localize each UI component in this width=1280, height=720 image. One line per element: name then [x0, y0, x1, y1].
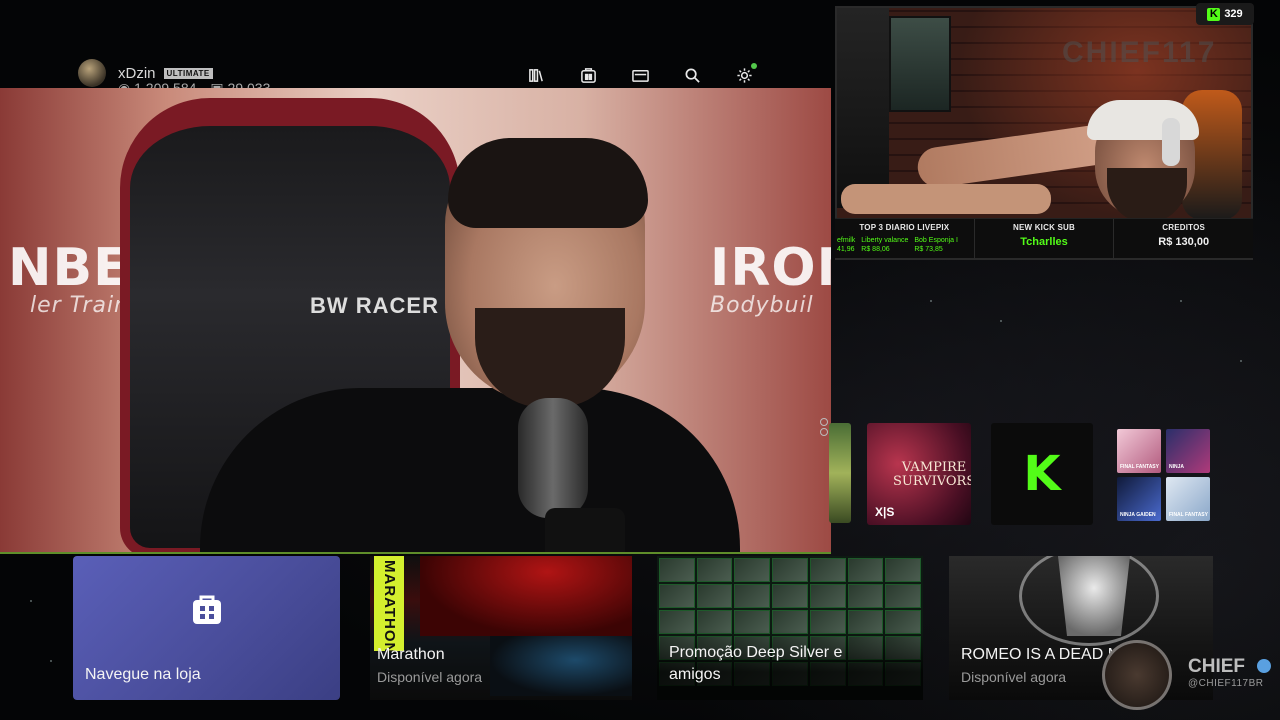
top3-value: R$ 73,85	[914, 246, 943, 253]
star	[30, 600, 32, 602]
star	[50, 660, 52, 662]
card-shade	[657, 630, 923, 700]
deep-title-line2: amigos	[669, 666, 721, 683]
library-icon[interactable]	[527, 66, 545, 84]
person-body	[200, 388, 740, 552]
stream-stats-bar: TOP 3 DIARIO LIVEPIX efmilk 41,96 Liberty…	[835, 218, 1253, 258]
star	[1180, 300, 1182, 302]
settings-icon[interactable]	[735, 63, 757, 84]
kick-viewer-badge: K 329	[1196, 3, 1254, 25]
streamer-legs	[841, 184, 1051, 214]
credits-panel: CREDITOS R$ 130,00	[1114, 219, 1253, 258]
star	[930, 300, 932, 302]
store-card[interactable]: Navegue na loja	[73, 556, 340, 700]
new-sub-title: NEW KICK SUB	[1013, 223, 1075, 232]
streamer-cap	[1087, 100, 1199, 140]
headset	[1162, 118, 1180, 166]
romeo-sub: Disponível agora	[961, 669, 1067, 685]
kick-logo-icon: K	[1023, 446, 1061, 502]
new-sub-panel: NEW KICK SUB Tcharlles	[975, 219, 1115, 258]
kick-icon: K	[1207, 7, 1221, 21]
store-card-title: Navegue na loja	[85, 666, 201, 683]
watermark-handle: @CHIEF117BR	[1188, 678, 1264, 689]
deep-silver-promo-card[interactable]: Promoção Deep Silver e amigos	[657, 556, 923, 700]
marathon-strip-text: MARATHON	[381, 560, 398, 655]
top3-list: efmilk 41,96 Liberty valance R$ 88,06 Bob …	[835, 236, 974, 254]
streamer-watermark: CHIEF @CHIEF117BR	[1102, 640, 1274, 720]
chair-brand: BW RACER	[310, 293, 439, 318]
app-tile-kick[interactable]: K	[991, 423, 1093, 525]
vampire-title: VAMPIRE SURVIVORS	[893, 460, 971, 489]
top3-entry: Liberty valance R$ 88,06	[861, 236, 908, 254]
game-tile-mini[interactable]: FINAL FANTASY	[1166, 477, 1210, 521]
marathon-card[interactable]: MARATHON Marathon Disponível agora	[370, 556, 632, 700]
room-sign: CHIEF117	[1062, 36, 1217, 69]
top3-name: Bob Esponja I	[914, 237, 958, 244]
verified-icon	[1257, 659, 1271, 673]
top3-name: efmilk	[837, 237, 856, 244]
mini-label: FINAL FANTASY	[1120, 464, 1159, 470]
top3-value: 41,96	[837, 246, 855, 253]
marathon-art-lower	[490, 636, 632, 696]
top3-value: R$ 88,06	[861, 246, 890, 253]
credits-value: R$ 130,00	[1158, 236, 1210, 248]
xbox-series-badge: X|S	[875, 505, 895, 519]
webcam-feed: NBERG ler Training Center IRON Bodybuil …	[0, 88, 831, 554]
shelf	[837, 8, 889, 208]
kick-count: 329	[1224, 8, 1243, 20]
new-sub-value: Tcharlles	[1020, 236, 1068, 248]
marathon-art	[420, 556, 632, 636]
deep-title-line1: Promoção Deep Silver e	[669, 644, 843, 661]
watermark-avatar	[1102, 640, 1172, 710]
star	[1000, 320, 1002, 322]
wall-sign-right: IRON	[710, 238, 831, 298]
search-icon[interactable]	[683, 66, 701, 84]
game-tile-partial[interactable]	[829, 423, 851, 523]
game-pass-icon[interactable]	[631, 66, 649, 84]
credits-title: CREDITOS	[1162, 223, 1206, 232]
game-tile-mini[interactable]: NINJA	[1166, 429, 1210, 473]
mini-label: NINJA GAIDEN	[1120, 512, 1156, 518]
avatar[interactable]	[78, 59, 106, 87]
star	[1240, 360, 1242, 362]
wall-sign-right-sub: Bodybuil	[710, 293, 814, 318]
marathon-title: Marathon	[377, 646, 445, 663]
store-icon[interactable]	[579, 66, 597, 84]
mini-label: NINJA	[1169, 464, 1185, 470]
gamertag: xDzin	[118, 64, 156, 82]
watermark-name: CHIEF	[1188, 656, 1245, 677]
game-tile-mini[interactable]: FINAL FANTASY	[1117, 429, 1161, 473]
top3-entry: efmilk 41,96	[837, 236, 855, 254]
game-tile-mini[interactable]: NINJA GAIDEN	[1117, 477, 1161, 521]
game-tile-vampire-survivors[interactable]: VAMPIRE SURVIVORS X|S	[867, 423, 971, 525]
store-bag-icon	[193, 595, 221, 624]
microphone	[518, 398, 588, 518]
marathon-sub: Disponível agora	[377, 669, 483, 685]
top3-name: Liberty valance	[861, 237, 909, 244]
top3-entry: Bob Esponja I R$ 73,85	[914, 236, 958, 254]
tier-badge: ULTIMATE	[163, 67, 213, 79]
microphone-arm	[545, 508, 625, 552]
top3-panel: TOP 3 DIARIO LIVEPIX efmilk 41,96 Liberty…	[835, 219, 975, 258]
top3-title: TOP 3 DIARIO LIVEPIX	[859, 223, 950, 232]
poster	[889, 16, 951, 112]
person-hair	[448, 138, 648, 228]
notification-dot	[751, 63, 757, 69]
mini-label: FINAL FANTASY	[1169, 512, 1208, 518]
top-nav	[527, 63, 757, 84]
